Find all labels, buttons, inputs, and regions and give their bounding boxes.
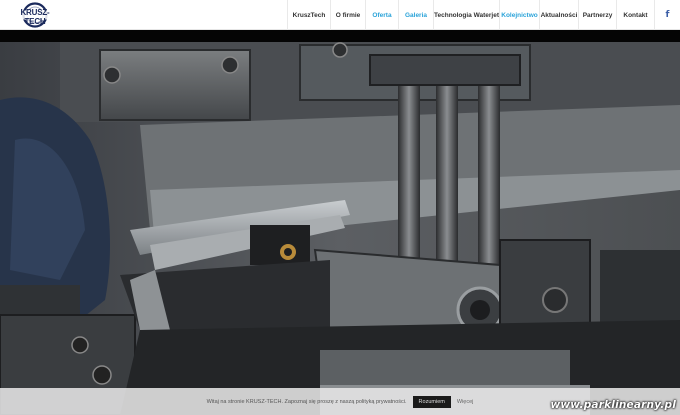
cookie-more-link[interactable]: Więcej [457, 399, 474, 405]
nav-item-oferta[interactable]: Oferta [365, 0, 398, 30]
nav-item-technologia-waterjet[interactable]: Technologia Waterjet [433, 0, 499, 30]
main-nav: KruszTech O firmie Oferta Galeria Techno… [287, 0, 680, 30]
nav-item-o-firmie[interactable]: O firmie [330, 0, 365, 30]
press-brake-machine-photo [0, 30, 680, 415]
nav-item-aktualnosci[interactable]: Aktualności [539, 0, 578, 30]
nav-item-kontakt[interactable]: Kontakt [616, 0, 654, 30]
nav-item-galeria[interactable]: Galeria [398, 0, 433, 30]
logo[interactable]: KRUSZ-TECH [12, 2, 58, 28]
cookie-accept-button[interactable]: Rozumiem [412, 395, 451, 408]
cookie-text: Witaj na stronie KRUSZ-TECH. Zapoznaj si… [206, 398, 407, 405]
nav-item-krusztech[interactable]: KruszTech [287, 0, 330, 30]
nav-item-kolejnictwo[interactable]: Kolejnictwo [499, 0, 539, 30]
logo-text: KRUSZ-TECH [20, 8, 50, 26]
watermark: www.parklinearny.pl [550, 399, 676, 411]
facebook-icon[interactable]: f [654, 0, 680, 30]
hero-image [0, 30, 680, 415]
nav-item-partnerzy[interactable]: Partnerzy [578, 0, 616, 30]
site-header: KRUSZ-TECH KruszTech O firmie Oferta Gal… [0, 0, 680, 30]
